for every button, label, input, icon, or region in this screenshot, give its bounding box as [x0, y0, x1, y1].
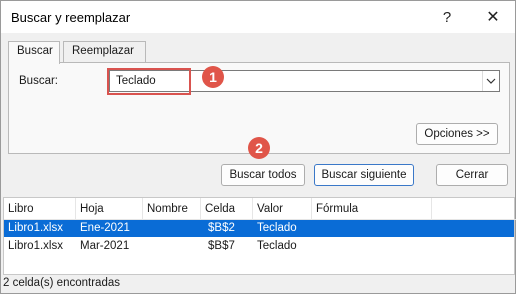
- dialog-title: Buscar y reemplazar: [11, 10, 131, 25]
- step-marker-1: 1: [202, 66, 224, 88]
- cell-celda: $B$2: [208, 222, 235, 234]
- results-table: Libro Hoja Nombre Celda Valor Fórmula Li…: [3, 197, 516, 275]
- column-header-formula[interactable]: Fórmula: [312, 198, 432, 220]
- tab-buscar[interactable]: Buscar: [8, 41, 60, 64]
- cell-valor: Teclado: [257, 222, 297, 234]
- cell-valor: Teclado: [257, 240, 297, 252]
- highlight-box: [107, 68, 191, 95]
- cell-hoja: Ene-2021: [80, 222, 130, 234]
- tab-reemplazar[interactable]: Reemplazar: [63, 41, 146, 63]
- find-label: Buscar:: [19, 75, 58, 87]
- find-next-button[interactable]: Buscar siguiente: [314, 164, 414, 186]
- find-all-button[interactable]: Buscar todos: [221, 164, 305, 186]
- table-row[interactable]: Libro1.xlsx Mar-2021 $B$7 Teclado: [4, 238, 514, 255]
- column-header-libro[interactable]: Libro: [4, 198, 76, 220]
- help-icon[interactable]: ?: [431, 5, 463, 29]
- column-header-valor[interactable]: Valor: [253, 198, 312, 220]
- cell-libro: Libro1.xlsx: [8, 222, 63, 234]
- step-marker-2: 2: [248, 137, 270, 159]
- table-row[interactable]: Libro1.xlsx Ene-2021 $B$2 Teclado: [4, 220, 514, 237]
- title-bar: Buscar y reemplazar ? ✕: [1, 1, 515, 33]
- options-button[interactable]: Opciones >>: [416, 123, 498, 145]
- results-header: Libro Hoja Nombre Celda Valor Fórmula: [4, 198, 516, 220]
- close-icon[interactable]: ✕: [477, 5, 509, 29]
- column-header-hoja[interactable]: Hoja: [76, 198, 143, 220]
- cell-celda: $B$7: [208, 240, 235, 252]
- status-text: 2 celda(s) encontradas: [3, 277, 120, 289]
- column-header-nombre[interactable]: Nombre: [143, 198, 201, 220]
- find-replace-dialog: Buscar y reemplazar ? ✕ Buscar Reemplaza…: [0, 0, 516, 294]
- column-header-celda[interactable]: Celda: [201, 198, 253, 220]
- chevron-down-icon[interactable]: [482, 71, 499, 91]
- cell-hoja: Mar-2021: [80, 240, 130, 252]
- cell-libro: Libro1.xlsx: [8, 240, 63, 252]
- close-button[interactable]: Cerrar: [436, 164, 508, 186]
